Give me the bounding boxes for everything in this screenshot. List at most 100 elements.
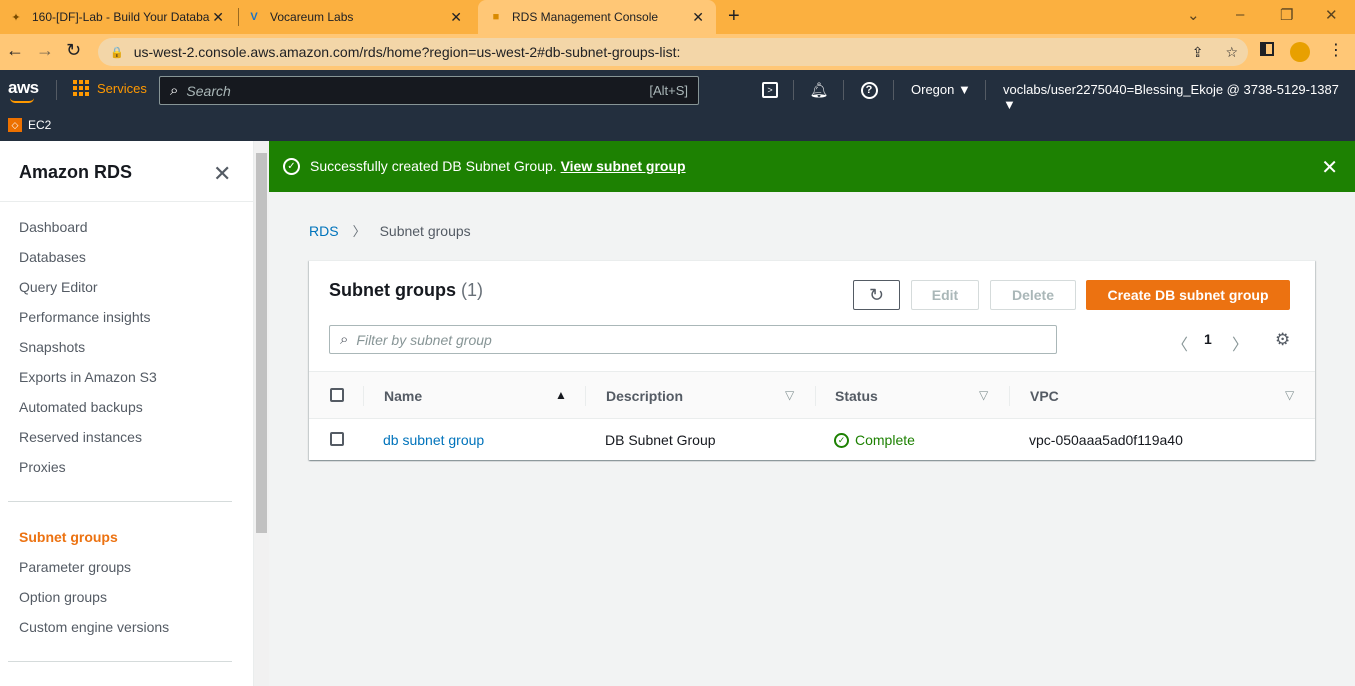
favorites-bar: ◇ EC2	[0, 110, 1355, 141]
menu-kebab-icon[interactable]: ⋮	[1328, 40, 1344, 60]
cloudshell-icon[interactable]: >	[760, 80, 780, 100]
sidebar-item-subnet-groups[interactable]: Subnet groups	[19, 529, 118, 545]
create-db-subnet-group-button[interactable]: Create DB subnet group	[1086, 280, 1290, 310]
grid-icon	[73, 80, 89, 96]
star-icon[interactable]: ☆	[1225, 44, 1238, 61]
search-input[interactable]	[186, 82, 607, 99]
global-search[interactable]: ⌕ [Alt+S]	[159, 76, 699, 105]
chevron-down-icon[interactable]: ⌄	[1187, 6, 1200, 24]
chevron-right-icon: 〉	[352, 224, 366, 239]
sidebar-item-exports-s3[interactable]: Exports in Amazon S3	[19, 369, 157, 385]
new-tab-icon[interactable]: +	[728, 5, 740, 28]
select-all-checkbox[interactable]	[330, 388, 344, 402]
sidebar-item-option-groups[interactable]: Option groups	[19, 589, 107, 605]
divider	[363, 386, 364, 406]
subnet-group-name-link[interactable]: db subnet group	[383, 432, 484, 448]
minimize-icon[interactable]: –	[1236, 6, 1244, 23]
success-check-icon: ✓	[283, 158, 300, 175]
divider	[985, 80, 986, 100]
breadcrumb-rds[interactable]: RDS	[309, 223, 339, 239]
refresh-icon: ↻	[868, 284, 885, 305]
panel-title-text: Subnet groups	[329, 280, 456, 300]
close-icon[interactable]: ✕	[212, 9, 224, 26]
column-header-status[interactable]: Status	[835, 388, 878, 404]
sort-icon[interactable]: ▽	[785, 388, 794, 402]
delete-button[interactable]: Delete	[990, 280, 1076, 310]
sidenav-scrollbar[interactable]	[254, 141, 269, 686]
sidebar-item-dashboard[interactable]: Dashboard	[19, 219, 88, 235]
tab-divider	[238, 8, 239, 26]
divider	[843, 80, 844, 100]
tab-title: RDS Management Console	[512, 10, 659, 24]
sidebar-item-databases[interactable]: Databases	[19, 249, 86, 265]
tab-title: Vocareum Labs	[270, 10, 354, 24]
divider	[793, 80, 794, 100]
column-header-name[interactable]: Name	[384, 388, 422, 404]
bell-icon[interactable]: 🔔︎	[809, 80, 829, 100]
favorite-label: EC2	[28, 118, 52, 132]
view-subnet-group-link[interactable]: View subnet group	[561, 158, 686, 174]
side-navigation: Amazon RDS ✕ Dashboard Databases Query E…	[0, 141, 254, 686]
subnet-groups-panel: Subnet groups (1) ↻ Edit Delete Create D…	[309, 260, 1315, 460]
column-header-vpc[interactable]: VPC	[1030, 388, 1059, 404]
filter-input[interactable]	[356, 331, 957, 348]
sidebar-item-performance-insights[interactable]: Performance insights	[19, 309, 151, 325]
refresh-button[interactable]: ↻	[853, 280, 900, 310]
pagination-prev-icon[interactable]: 〈	[1172, 331, 1188, 355]
help-icon[interactable]: ?	[859, 80, 879, 100]
flash-message: Successfully created DB Subnet Group. Vi…	[310, 158, 686, 174]
scrollbar-thumb[interactable]	[256, 153, 267, 533]
restore-icon[interactable]: ❐	[1280, 6, 1293, 24]
sidebar-item-query-editor[interactable]: Query Editor	[19, 279, 98, 295]
column-header-description[interactable]: Description	[606, 388, 683, 404]
profile-avatar[interactable]	[1290, 42, 1310, 62]
share-icon[interactable]: ⇪	[1192, 44, 1204, 61]
item-count: (1)	[461, 280, 484, 300]
close-icon[interactable]: ✕	[213, 161, 231, 187]
aws-smile-icon	[10, 98, 34, 103]
gear-icon[interactable]: ⚙	[1275, 330, 1290, 350]
search-icon: ⌕	[340, 331, 349, 348]
aws-top-nav: aws Services ⌕ [Alt+S] > 🔔︎ ? Oregon ▼ v…	[0, 70, 1355, 112]
filter-box[interactable]: ⌕	[329, 325, 1057, 354]
account-menu[interactable]: voclabs/user2275040=Blessing_Ekoje @ 373…	[1003, 82, 1355, 112]
close-icon[interactable]: ✕	[450, 9, 462, 26]
row-checkbox[interactable]	[330, 432, 344, 446]
services-menu[interactable]: Services	[73, 80, 147, 96]
tab-lab[interactable]: ✦ 160-[DF]-Lab - Build Your Databa ✕	[8, 0, 236, 34]
close-window-icon[interactable]: ✕	[1325, 6, 1338, 24]
sort-icon[interactable]: ▽	[979, 388, 988, 402]
close-icon[interactable]: ✕	[692, 9, 704, 26]
forward-icon[interactable]: →	[36, 40, 54, 61]
back-icon[interactable]: ←	[6, 40, 24, 61]
edit-button[interactable]: Edit	[911, 280, 979, 310]
divider	[815, 386, 816, 406]
tab-rds[interactable]: ■ RDS Management Console ✕	[478, 0, 716, 34]
sidebar-item-proxies[interactable]: Proxies	[19, 459, 66, 475]
table-header: Name ▲ Description ▽ Status ▽ VPC ▽	[309, 371, 1315, 419]
region-selector[interactable]: Oregon ▼	[911, 82, 971, 97]
sidebar-item-parameter-groups[interactable]: Parameter groups	[19, 559, 131, 575]
tab-vocareum[interactable]: V Vocareum Labs ✕	[246, 0, 474, 34]
pagination-next-icon[interactable]: 〉	[1232, 331, 1248, 355]
divider	[8, 661, 232, 662]
sidebar-item-reserved-instances[interactable]: Reserved instances	[19, 429, 142, 445]
divider	[1009, 386, 1010, 406]
success-flash: ✓ Successfully created DB Subnet Group. …	[269, 141, 1355, 192]
close-icon[interactable]: ✕	[1321, 155, 1338, 180]
aws-logo[interactable]: aws	[8, 78, 39, 98]
url-field[interactable]: 🔒 us-west-2.console.aws.amazon.com/rds/h…	[98, 38, 1248, 66]
reload-icon[interactable]: ↻	[66, 40, 81, 61]
sort-icon[interactable]: ▽	[1285, 388, 1294, 402]
sidenav-header[interactable]: Amazon RDS	[19, 162, 132, 183]
panel-title: Subnet groups (1)	[329, 280, 483, 301]
sidebar-item-custom-engine-versions[interactable]: Custom engine versions	[19, 619, 169, 635]
divider	[8, 501, 232, 502]
sort-asc-icon[interactable]: ▲	[555, 388, 567, 402]
check-circle-icon: ✓	[834, 432, 849, 448]
favorite-ec2[interactable]: ◇ EC2	[8, 118, 51, 132]
sidebar-item-automated-backups[interactable]: Automated backups	[19, 399, 143, 415]
pagination-page[interactable]: 1	[1204, 331, 1212, 347]
sidebar-item-snapshots[interactable]: Snapshots	[19, 339, 85, 355]
sidepanel-icon[interactable]	[1260, 42, 1274, 56]
